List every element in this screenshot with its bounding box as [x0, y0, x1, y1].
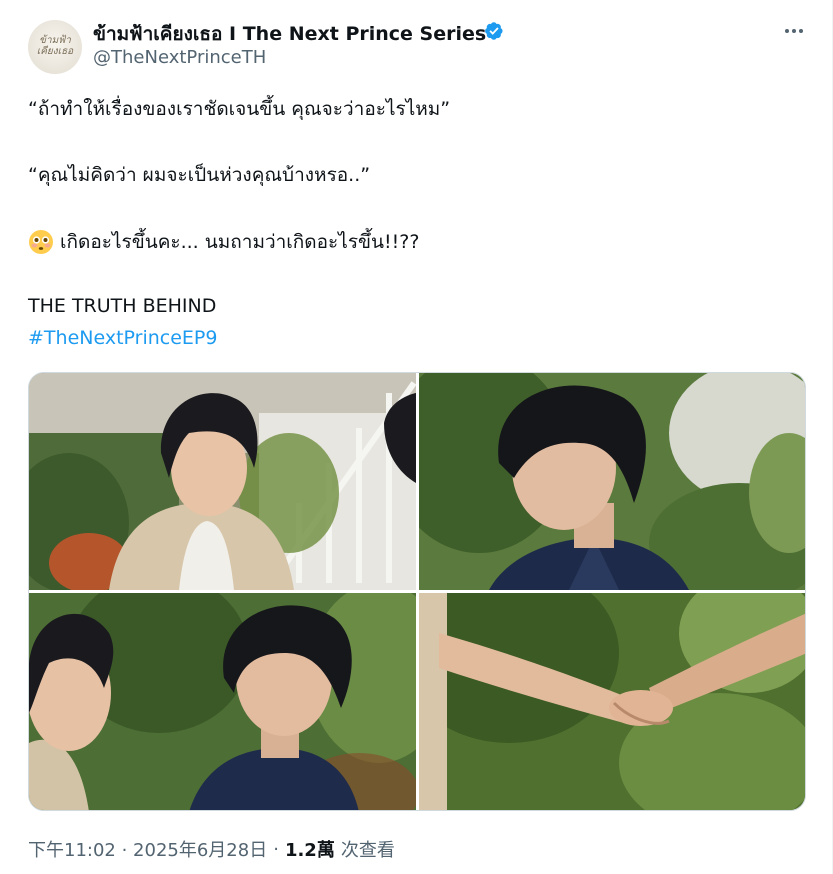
photo-4-image — [419, 593, 805, 810]
tweet-text-line-3: เกิดอะไรขึ้นคะ... นมถามว่าเกิดอะไรขึ้น!!… — [60, 231, 420, 253]
hashtag-link[interactable]: #TheNextPrinceEP9 — [28, 325, 217, 351]
tweet-text-line-2: “คุณไม่คิดว่า ผมจะเป็นห่วงคุณบ้างหรอ..” — [28, 164, 371, 186]
views-count: 1.2萬 — [284, 840, 335, 861]
media-photo-3[interactable] — [29, 593, 416, 810]
meta-separator: · — [273, 838, 279, 860]
more-options-button[interactable] — [778, 18, 810, 44]
tweet-text-line-3-row: เกิดอะไรขึ้นคะ... นมถามว่าเกิดอะไรขึ้น!!… — [28, 229, 419, 255]
more-dot-icon — [799, 29, 803, 33]
media-photo-2[interactable] — [419, 373, 805, 590]
author-handle[interactable]: @TheNextPrinceTH — [93, 47, 266, 68]
photo-3-image — [29, 593, 416, 810]
views-label: 次查看 — [340, 840, 395, 861]
tweet-card: ข้ามฟ้า เคียงเธอ ข้ามฟ้าเคียงเธอ I The N… — [0, 0, 833, 874]
avatar-logo: ข้ามฟ้า เคียงเธอ — [28, 35, 82, 57]
photo-2-image — [419, 373, 805, 590]
media-grid — [28, 372, 806, 811]
media-photo-4[interactable] — [419, 593, 805, 810]
photo-1-image — [29, 373, 416, 590]
more-dot-icon — [792, 29, 796, 33]
author-display-name[interactable]: ข้ามฟ้าเคียงเธอ I The Next Prince Series — [93, 19, 486, 49]
author-avatar[interactable]: ข้ามฟ้า เคียงเธอ — [28, 20, 82, 74]
tweet-text-line-4: THE TRUTH BEHIND — [28, 295, 217, 317]
verified-badge-icon — [485, 22, 503, 40]
more-dot-icon — [785, 29, 789, 33]
avatar-logo-line1: ข้ามฟ้า — [39, 35, 71, 46]
media-photo-1[interactable] — [29, 373, 416, 590]
tweet-text-line-1: “ถ้าทำให้เรื่องของเราชัดเจนขึ้น คุณจะว่า… — [28, 98, 451, 120]
tweet-timestamp[interactable]: 下午11:02 · 2025年6月28日 — [28, 836, 267, 862]
tweet-meta: 下午11:02 · 2025年6月28日 · 1.2萬 次查看 — [28, 836, 395, 862]
flushed-face-icon — [29, 230, 53, 254]
avatar-logo-line2: เคียงเธอ — [36, 46, 74, 57]
